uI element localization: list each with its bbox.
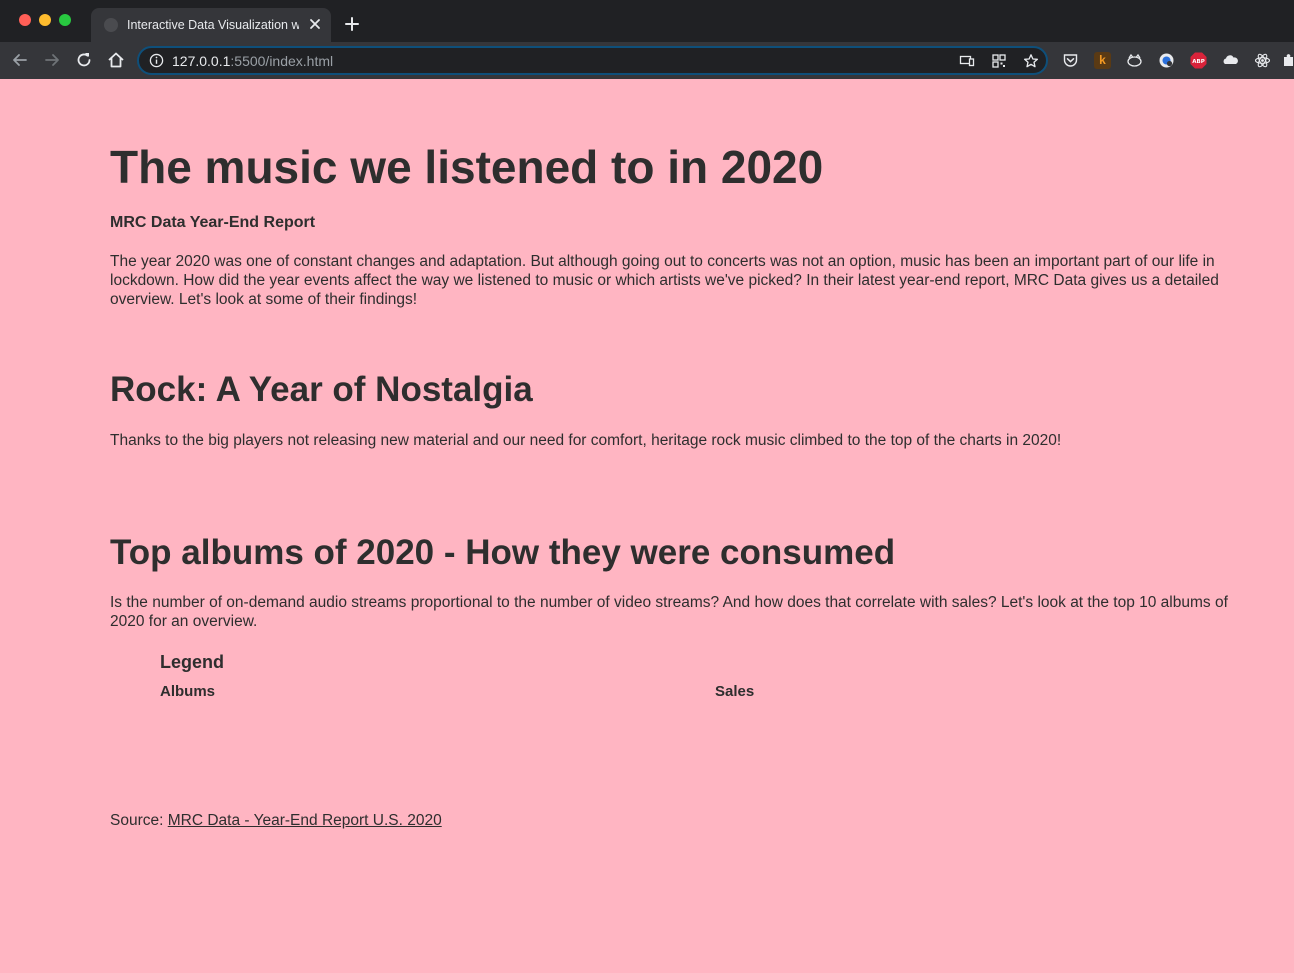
k-extension-icon[interactable]: k [1094, 52, 1111, 69]
abp-icon[interactable]: ABP [1190, 52, 1207, 69]
browser-toolbar: 127.0.0.1:5500/index.html k ABP [0, 42, 1294, 79]
legend-sales-label: Sales [715, 683, 755, 700]
new-tab-icon[interactable] [343, 15, 361, 33]
puzzle-icon[interactable] [1282, 52, 1294, 69]
reload-icon[interactable] [74, 50, 94, 70]
cat-extension-icon[interactable] [1126, 52, 1143, 69]
legend-title: Legend [160, 652, 225, 672]
window-maximize-button[interactable] [59, 14, 71, 26]
intro-paragraph: The year 2020 was one of constant change… [110, 253, 1219, 308]
globe-extension-icon[interactable] [1158, 52, 1175, 69]
page-subtitle: MRC Data Year-End Report [110, 214, 316, 231]
url-text[interactable]: 127.0.0.1:5500/index.html [172, 53, 333, 69]
cloud-extension-icon[interactable] [1222, 52, 1239, 69]
home-icon[interactable] [106, 50, 126, 70]
address-bar[interactable]: 127.0.0.1:5500/index.html [137, 46, 1048, 75]
browser-tab-active[interactable]: Interactive Data Visualization w [91, 8, 331, 42]
forward-icon[interactable] [42, 50, 62, 70]
page-viewport: The music we listened to in 2020 MRC Dat… [0, 79, 1294, 973]
react-icon[interactable] [1254, 52, 1271, 69]
section-heading-rock: Rock: A Year of Nostalgia [110, 370, 533, 409]
window-minimize-button[interactable] [39, 14, 51, 26]
abp-icon-label: ABP [1192, 59, 1204, 65]
legend-albums-label: Albums [160, 683, 216, 700]
back-icon[interactable] [10, 50, 30, 70]
tab-title: Interactive Data Visualization w [127, 18, 299, 32]
cast-icon[interactable] [959, 53, 975, 69]
url-host: 127.0.0.1 [172, 53, 231, 69]
source-label: Source: [110, 812, 164, 829]
qr-code-icon[interactable] [991, 53, 1007, 69]
tab-favicon-icon [104, 18, 118, 32]
section-heading-top-albums: Top albums of 2020 - How they were consu… [110, 533, 896, 572]
site-info-icon[interactable] [149, 53, 164, 68]
bookmark-star-icon[interactable] [1023, 53, 1039, 69]
pocket-icon[interactable] [1062, 52, 1079, 69]
tab-close-icon[interactable] [307, 16, 323, 32]
section-text-rock: Thanks to the big players not releasing … [110, 432, 1062, 449]
page-title: The music we listened to in 2020 [110, 141, 824, 193]
browser-tab-strip: Interactive Data Visualization w [0, 0, 1294, 42]
source-line: Source: MRC Data - Year-End Report U.S. … [110, 811, 442, 831]
window-close-button[interactable] [19, 14, 31, 26]
section-text-top-albums: Is the number of on-demand audio streams… [110, 594, 1228, 630]
url-path: :5500/index.html [230, 53, 334, 69]
source-link[interactable]: MRC Data - Year-End Report U.S. 2020 [168, 812, 442, 829]
